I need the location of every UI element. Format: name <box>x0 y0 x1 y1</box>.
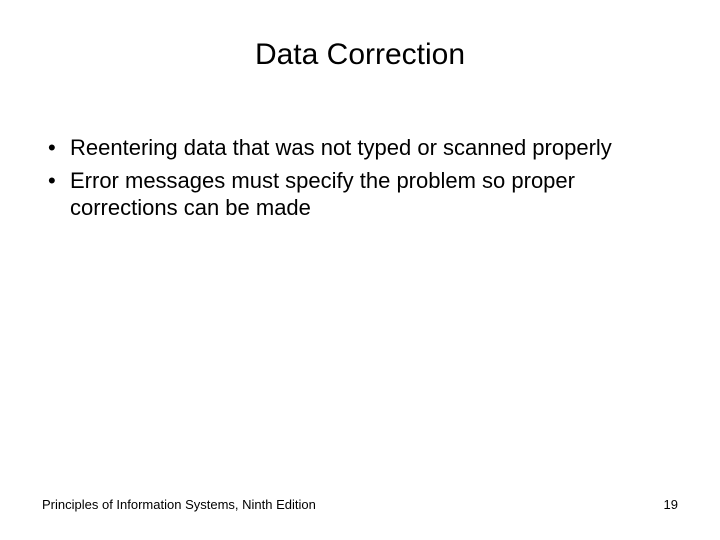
bullet-list: Reentering data that was not typed or sc… <box>42 135 678 221</box>
slide-title: Data Correction <box>0 38 720 72</box>
list-item: Reentering data that was not typed or sc… <box>42 135 678 162</box>
slide: Data Correction Reentering data that was… <box>0 0 720 540</box>
footer-text: Principles of Information Systems, Ninth… <box>42 497 316 512</box>
slide-body: Reentering data that was not typed or sc… <box>42 135 678 227</box>
page-number: 19 <box>664 497 678 512</box>
list-item: Error messages must specify the problem … <box>42 168 678 222</box>
